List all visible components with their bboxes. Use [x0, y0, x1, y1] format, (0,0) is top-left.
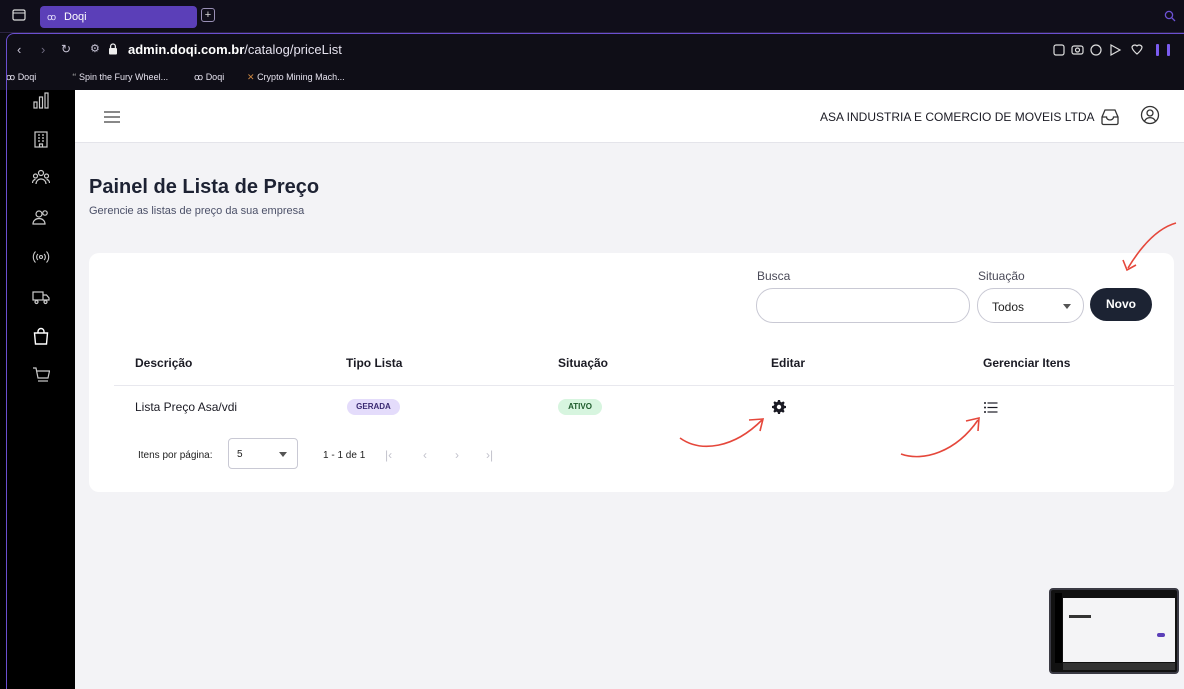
company-name: ASA INDUSTRIA E COMERCIO DE MOVEIS LTDA — [820, 110, 1095, 124]
search-label: Busca — [757, 269, 791, 283]
url-field[interactable]: admin.doqi.com.br/catalog/priceList — [128, 42, 342, 57]
screen-preview-thumbnail[interactable] — [1049, 588, 1179, 674]
list-icon[interactable] — [984, 402, 998, 413]
annotation-arrow-editar — [679, 418, 765, 448]
column-header-editar: Editar — [771, 356, 806, 370]
bookmark-doqi-2[interactable]: ꝏ Doqi — [194, 72, 224, 83]
last-page-icon[interactable]: ›| — [486, 448, 493, 462]
tab-label: Doqi — [64, 11, 87, 23]
browser-window: ꝏ Doqi + ‹ › ↻ ⚙ admin.doqi.com.br/catal… — [0, 0, 1184, 689]
cart-icon[interactable] — [32, 366, 50, 384]
truck-icon[interactable] — [32, 288, 50, 306]
search-tabs-icon[interactable] — [1164, 10, 1176, 22]
inbox-icon[interactable] — [1100, 108, 1120, 126]
table-header-divider — [114, 385, 1174, 386]
status-badge: ATIVO — [558, 399, 602, 415]
search-input[interactable] — [756, 288, 970, 323]
status-label: Situação — [978, 269, 1025, 283]
site-settings-icon[interactable]: ⚙ — [90, 42, 100, 55]
previous-page-icon[interactable]: ‹ — [423, 448, 427, 462]
price-list-card: Busca Situação Todos Novo Descrição Tipo… — [89, 253, 1174, 492]
page-size-value: 5 — [237, 449, 243, 460]
column-header-gerenciar-itens: Gerenciar Itens — [983, 356, 1071, 370]
users-icon[interactable] — [32, 208, 50, 226]
first-page-icon[interactable]: |‹ — [385, 448, 392, 462]
tab-doqi[interactable]: ꝏ Doqi — [40, 6, 197, 28]
address-bar: ‹ › ↻ ⚙ admin.doqi.com.br/catalog/priceL… — [0, 34, 1184, 64]
bookmark-doqi-1[interactable]: ꝏ Doqi — [6, 72, 36, 83]
app-header: ASA INDUSTRIA E COMERCIO DE MOVEIS LTDA — [75, 90, 1184, 143]
chevron-down-icon — [1063, 304, 1071, 309]
broadcast-icon[interactable] — [32, 248, 50, 266]
column-header-situacao: Situação — [558, 356, 609, 370]
doqi-favicon-icon: ꝏ — [47, 12, 57, 22]
menu-icon[interactable] — [104, 111, 120, 123]
team-icon[interactable] — [32, 168, 50, 186]
status-select[interactable]: Todos — [977, 288, 1084, 323]
shopping-bag-icon[interactable] — [32, 327, 50, 345]
bookmarks-bar: ꝏ Doqi 🙶 Spin the Fury Wheel... ꝏ Doqi ✕… — [0, 64, 1184, 90]
chevron-down-icon — [279, 452, 287, 457]
annotation-arrow-gerenciar — [900, 416, 980, 458]
items-per-page-label: Itens por página: — [138, 450, 213, 461]
tipo-badge: GERADA — [347, 399, 400, 415]
building-icon[interactable] — [32, 130, 50, 148]
bookmark-crypto[interactable]: ✕ Crypto Mining Mach... — [247, 72, 345, 83]
account-icon[interactable] — [1140, 105, 1160, 125]
new-price-list-button[interactable]: Novo — [1090, 288, 1152, 321]
items-per-page-select[interactable]: 5 — [228, 438, 298, 469]
page-title: Painel de Lista de Preço — [89, 176, 320, 198]
app-sidebar — [0, 90, 75, 689]
next-page-icon[interactable]: › — [455, 448, 459, 462]
column-header-descricao: Descrição — [135, 356, 193, 370]
tab-bar: ꝏ Doqi + — [0, 0, 1184, 33]
status-select-value: Todos — [992, 300, 1025, 314]
reload-icon[interactable]: ↻ — [61, 42, 71, 56]
new-tab-button[interactable]: + — [201, 8, 215, 22]
lock-icon — [108, 43, 118, 55]
window-icon[interactable] — [12, 9, 26, 21]
pagination-range: 1 - 1 de 1 — [323, 450, 366, 461]
toolbar-icons — [1053, 43, 1178, 57]
gear-icon[interactable] — [772, 400, 786, 414]
back-icon[interactable]: ‹ — [17, 42, 21, 57]
app-content: ASA INDUSTRIA E COMERCIO DE MOVEIS LTDA … — [75, 90, 1184, 689]
column-header-tipo-lista: Tipo Lista — [346, 356, 403, 370]
page-subtitle: Gerencie as listas de preço da sua empre… — [89, 205, 305, 217]
annotation-arrow-novo — [1122, 222, 1177, 272]
forward-icon[interactable]: › — [41, 42, 45, 57]
dashboard-chart-icon[interactable] — [32, 92, 50, 110]
row-descricao: Lista Preço Asa/vdi — [135, 400, 238, 414]
bookmark-spin-wheel[interactable]: 🙶 Spin the Fury Wheel... — [72, 72, 168, 83]
